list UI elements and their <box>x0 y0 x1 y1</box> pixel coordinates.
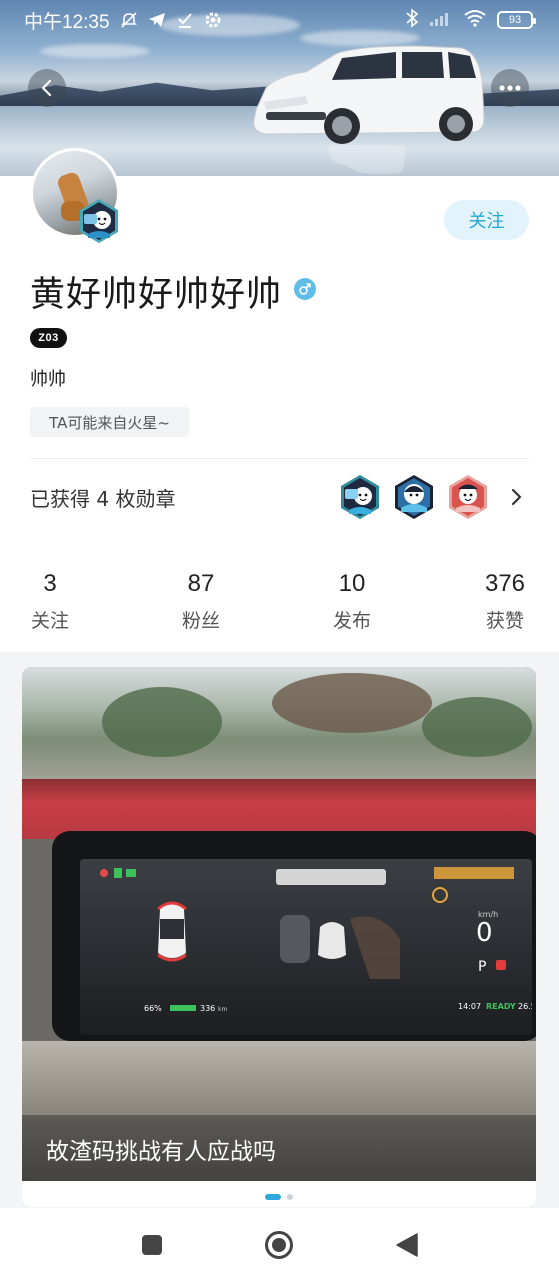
home-icon <box>265 1231 293 1259</box>
post-image[interactable]: 0 km/h P 66% 336 km 14:07 READY 26.5°C 故… <box>22 667 536 1181</box>
chevron-right-icon <box>503 484 529 510</box>
bio-text: 帅帅 <box>30 369 66 390</box>
more-button[interactable] <box>491 69 529 107</box>
badge-icon-heart <box>449 475 487 519</box>
battery-indicator: 93 <box>497 11 536 29</box>
battery-percent: 66% <box>144 1004 162 1013</box>
speed-unit: km/h <box>478 910 498 919</box>
screen-clock: 14:07 <box>458 1002 481 1011</box>
chevron-left-icon <box>41 79 52 97</box>
carousel-dot <box>287 1194 293 1200</box>
badge-icon-chat <box>341 475 379 519</box>
car-model-tag: Z03 <box>30 328 67 348</box>
badges-label: 已获得 4 枚勋章 <box>30 486 176 511</box>
bluetooth-icon <box>405 7 419 33</box>
stat-label: 获赞 <box>485 610 524 632</box>
back-button[interactable] <box>28 69 66 107</box>
stat-followers[interactable]: 87 粉丝 <box>156 570 246 633</box>
temperature: 26.5°C <box>518 1002 532 1011</box>
status-bar: 中午12:35 93 <box>0 0 559 40</box>
ready-label: READY <box>486 1002 516 1011</box>
signal-icon <box>429 9 453 32</box>
range-unit: km <box>218 1006 227 1013</box>
location-tag: TA可能来自火星~ <box>30 407 189 437</box>
mute-icon <box>120 11 138 29</box>
telegram-icon <box>148 11 166 29</box>
stats-row: 3 关注 87 粉丝 10 发布 376 获赞 <box>0 570 559 640</box>
carousel-indicator <box>22 1194 536 1202</box>
male-gender-icon <box>294 278 316 300</box>
back-nav-button[interactable] <box>392 1230 422 1260</box>
stat-following[interactable]: 3 关注 <box>5 570 95 633</box>
stat-value: 376 <box>484 570 526 597</box>
stat-label: 粉丝 <box>181 610 220 632</box>
stat-value: 10 <box>338 570 366 597</box>
stat-posts[interactable]: 10 发布 <box>307 570 397 633</box>
settings-icon <box>204 11 222 29</box>
stat-value: 87 <box>187 570 215 597</box>
username: 黄好帅好帅好帅 <box>30 275 283 315</box>
instrument-screen: 0 km/h P 66% 336 km 14:07 READY 26.5°C <box>80 859 532 1035</box>
car-image <box>253 45 485 144</box>
post-card[interactable]: 0 km/h P 66% 336 km 14:07 READY 26.5°C 故… <box>22 667 536 1207</box>
back-icon <box>396 1233 418 1257</box>
gear-value: P <box>478 959 486 975</box>
divider <box>30 458 529 459</box>
avatar-badge-icon <box>80 199 118 243</box>
wifi-icon <box>463 9 487 32</box>
badge-icon-helmet <box>395 475 433 519</box>
range-value: 336 <box>200 1004 215 1013</box>
stat-likes[interactable]: 376 获赞 <box>460 570 550 633</box>
download-done-icon <box>176 11 194 29</box>
home-button[interactable] <box>264 1230 294 1260</box>
carousel-dot-active <box>265 1194 281 1200</box>
status-time: 中午12:35 <box>24 11 110 33</box>
stat-label: 关注 <box>30 610 69 632</box>
badges-row[interactable]: 已获得 4 枚勋章 <box>30 470 529 524</box>
more-dots-icon <box>499 85 521 91</box>
speed-value: 0 <box>476 918 493 948</box>
stat-label: 发布 <box>332 610 371 632</box>
post-caption: 故渣码挑战有人应战吗 <box>46 1139 276 1165</box>
system-nav-bar <box>0 1208 559 1280</box>
stat-value: 3 <box>43 570 57 597</box>
instrument-graphics: 0 km/h P 66% 336 km 14:07 READY 26.5°C <box>80 859 532 1035</box>
recent-apps-button[interactable] <box>137 1230 167 1260</box>
follow-button[interactable]: 关注 <box>444 200 529 240</box>
recent-apps-icon <box>142 1235 162 1255</box>
